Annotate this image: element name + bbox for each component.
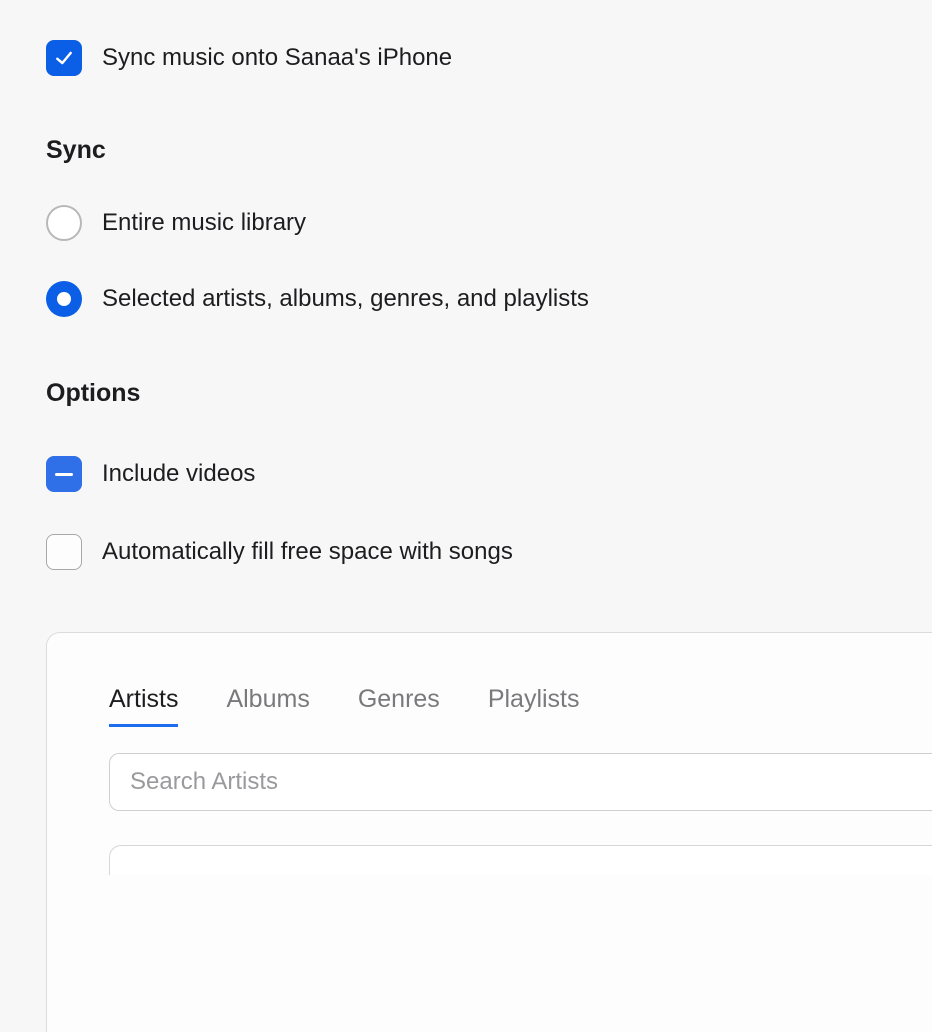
sync-music-row: Sync music onto Sanaa's iPhone <box>46 40 932 76</box>
radio-row-entire: Entire music library <box>46 205 932 241</box>
radio-selected-items[interactable] <box>46 281 82 317</box>
content-panel: Artists Albums Genres Playlists <box>46 632 932 1032</box>
radio-dot-icon <box>57 292 71 306</box>
sync-section-title: Sync <box>46 136 932 165</box>
dash-icon <box>55 473 73 476</box>
radio-row-selected: Selected artists, albums, genres, and pl… <box>46 281 932 317</box>
radio-selected-label: Selected artists, albums, genres, and pl… <box>102 285 589 313</box>
search-artists-input[interactable] <box>109 753 932 811</box>
checkmark-icon <box>54 48 74 68</box>
autofill-row: Automatically fill free space with songs <box>46 534 932 570</box>
radio-entire-label: Entire music library <box>102 209 306 237</box>
tabs: Artists Albums Genres Playlists <box>109 685 932 727</box>
include-videos-checkbox[interactable] <box>46 456 82 492</box>
search-wrap <box>109 753 932 811</box>
autofill-label: Automatically fill free space with songs <box>102 538 513 566</box>
radio-entire-library[interactable] <box>46 205 82 241</box>
options-section-title: Options <box>46 379 932 408</box>
tab-albums[interactable]: Albums <box>226 685 309 727</box>
sync-music-label: Sync music onto Sanaa's iPhone <box>102 44 452 72</box>
include-videos-row: Include videos <box>46 456 932 492</box>
artist-list[interactable] <box>109 845 932 875</box>
sync-music-checkbox[interactable] <box>46 40 82 76</box>
autofill-checkbox[interactable] <box>46 534 82 570</box>
tab-genres[interactable]: Genres <box>358 685 440 727</box>
include-videos-label: Include videos <box>102 460 255 488</box>
tab-playlists[interactable]: Playlists <box>488 685 580 727</box>
tab-artists[interactable]: Artists <box>109 685 178 727</box>
